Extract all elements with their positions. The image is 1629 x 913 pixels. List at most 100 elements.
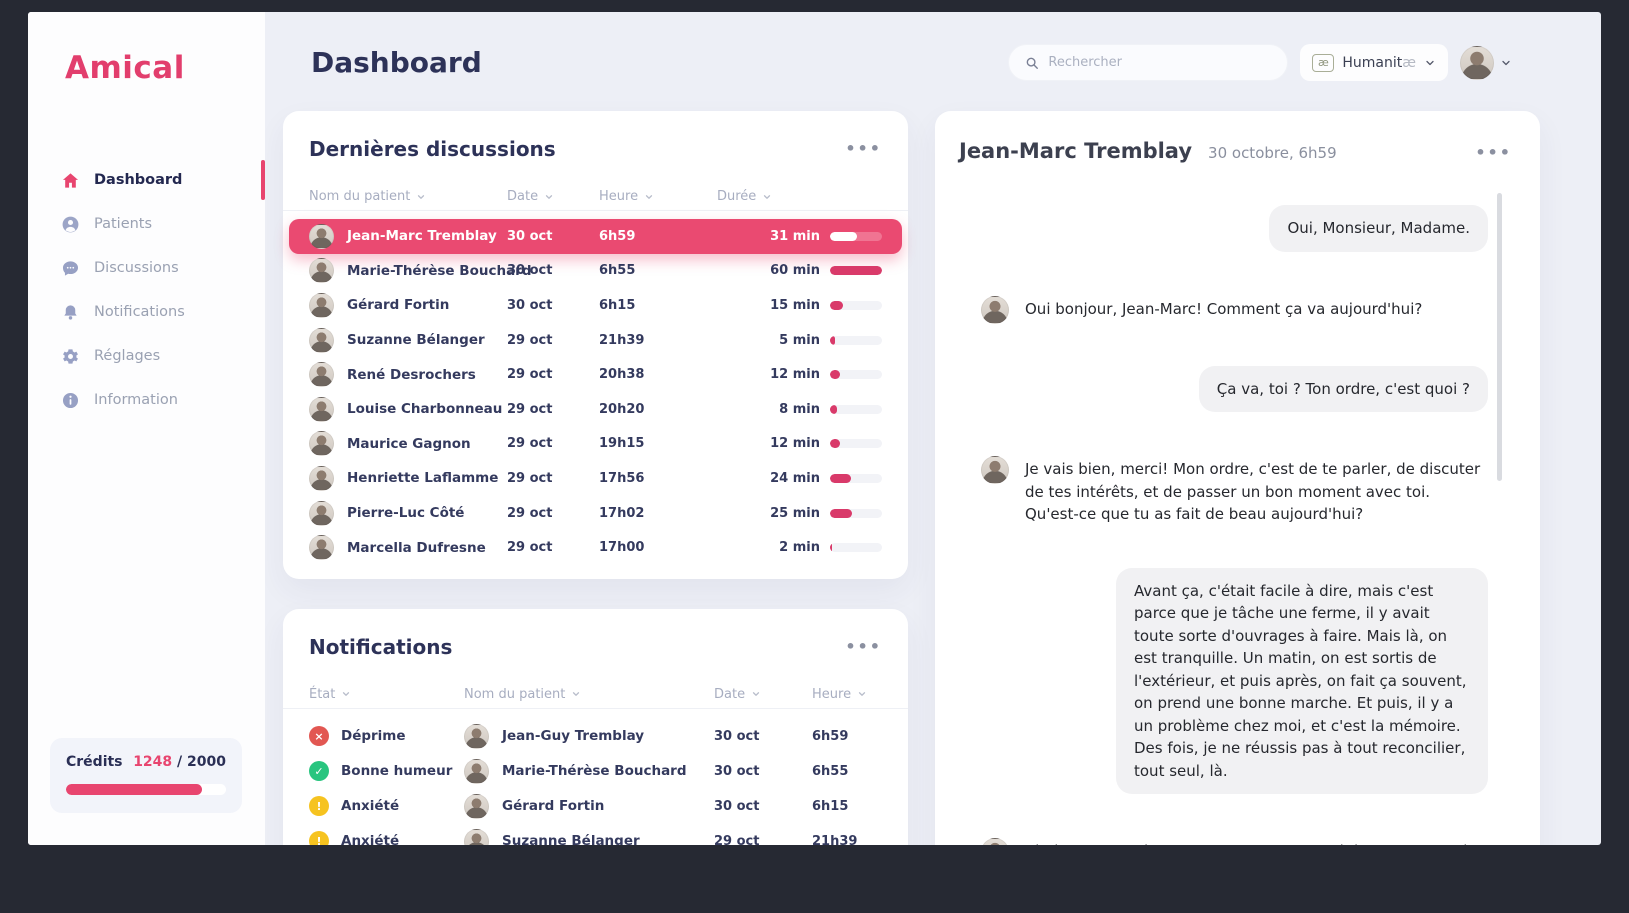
patient-name: Henriette Laflamme bbox=[347, 470, 498, 486]
duration-bar-fill bbox=[830, 232, 857, 241]
table-row[interactable]: René Desrochers 29 oct 20h38 12 min bbox=[289, 357, 902, 392]
patient-avatar bbox=[309, 535, 334, 560]
discussions-list: Jean-Marc Tremblay 30 oct 6h59 31 min bbox=[283, 211, 908, 579]
search-icon bbox=[1025, 56, 1039, 70]
notifications-list: × Déprime Jean-Guy Tremblay 30 oct 6h59 bbox=[283, 709, 908, 845]
column-sort-date[interactable]: Date bbox=[507, 189, 599, 204]
duration-bar bbox=[830, 509, 882, 518]
chevron-down-icon bbox=[1424, 57, 1436, 69]
patient-name: Jean-Marc Tremblay bbox=[347, 228, 497, 244]
status-icon: ✓ bbox=[309, 761, 329, 781]
duration-bar bbox=[830, 336, 882, 345]
topbar: Dashboard æ Humanitæ bbox=[283, 12, 1540, 81]
column-sort-nom[interactable]: Nom du patient bbox=[464, 687, 714, 702]
bell-icon bbox=[60, 302, 80, 322]
patient-name: Suzanne Bélanger bbox=[502, 833, 640, 845]
home-icon bbox=[60, 170, 80, 190]
discussion-date: 30 oct bbox=[507, 263, 599, 278]
patient-name: Gérard Fortin bbox=[502, 798, 604, 814]
sidebar-item-dashboard[interactable]: Dashboard bbox=[28, 158, 265, 202]
notifications-title: Notifications bbox=[309, 635, 452, 659]
notification-row[interactable]: ✓ Bonne humeur Marie-Thérèse Bouchard 30… bbox=[289, 754, 902, 789]
discussion-date: 29 oct bbox=[507, 333, 599, 348]
column-sort-heure[interactable]: Heure bbox=[812, 687, 882, 702]
column-sort-etat[interactable]: État bbox=[309, 687, 464, 702]
column-sort-nom[interactable]: Nom du patient bbox=[309, 189, 507, 204]
notification-row[interactable]: × Déprime Jean-Guy Tremblay 30 oct 6h59 bbox=[289, 719, 902, 754]
discussion-duration: 25 min bbox=[770, 506, 820, 521]
credits-card: Crédits 1248 / 2000 bbox=[50, 738, 242, 813]
user-avatar bbox=[1460, 46, 1494, 80]
sidebar-item-label: Patients bbox=[94, 216, 152, 232]
discussion-duration: 8 min bbox=[779, 402, 820, 417]
chat-message: Avant ça, c'était facile à dire, mais c'… bbox=[981, 568, 1488, 795]
table-row[interactable]: Marie-Thérèse Bouchard 30 oct 6h55 60 mi… bbox=[289, 254, 902, 289]
notification-date: 30 oct bbox=[714, 729, 812, 744]
duration-bar bbox=[830, 232, 882, 241]
sidebar-item-label: Notifications bbox=[94, 304, 185, 320]
patient-avatar bbox=[309, 431, 334, 456]
table-row[interactable]: Louise Charbonneau 29 oct 20h20 8 min bbox=[289, 392, 902, 427]
sidebar-item-reglages[interactable]: Réglages bbox=[28, 334, 265, 378]
info-icon bbox=[60, 390, 80, 410]
patient-avatar bbox=[464, 829, 489, 845]
chat-scrollbar[interactable] bbox=[1497, 193, 1502, 481]
more-icon[interactable]: ••• bbox=[845, 141, 882, 157]
sidebar-item-discussions[interactable]: Discussions bbox=[28, 246, 265, 290]
column-sort-heure[interactable]: Heure bbox=[599, 189, 717, 204]
table-row[interactable]: Gérard Fortin 30 oct 6h15 15 min bbox=[289, 288, 902, 323]
desktop-background: Amical Dashboard Patients bbox=[0, 0, 1629, 913]
chat-datetime: 30 octobre, 6h59 bbox=[1208, 144, 1337, 162]
patient-avatar bbox=[309, 397, 334, 422]
search-input[interactable] bbox=[1048, 55, 1271, 70]
chat-message: Ah, je comprends, Jean-Marc. C'est norma… bbox=[981, 836, 1488, 845]
chat-icon bbox=[60, 258, 80, 278]
message-bubble: Avant ça, c'était facile à dire, mais c'… bbox=[1116, 568, 1488, 795]
patient-name: Marie-Thérèse Bouchard bbox=[347, 263, 532, 279]
credits-progressbar bbox=[66, 784, 226, 795]
table-row[interactable]: Pierre-Luc Côté 29 oct 17h02 25 min bbox=[289, 496, 902, 531]
user-menu[interactable] bbox=[1460, 46, 1512, 80]
credits-label: Crédits bbox=[66, 754, 123, 770]
discussion-duration: 15 min bbox=[770, 298, 820, 313]
sidebar-item-label: Réglages bbox=[94, 348, 160, 364]
duration-bar-fill bbox=[830, 474, 851, 483]
duration-bar-fill bbox=[830, 266, 882, 275]
sidebar-item-notifications[interactable]: Notifications bbox=[28, 290, 265, 334]
table-row[interactable]: Suzanne Bélanger 29 oct 21h39 5 min bbox=[289, 323, 902, 358]
patient-avatar bbox=[309, 328, 334, 353]
duration-bar-fill bbox=[830, 301, 843, 310]
duration-bar-fill bbox=[830, 405, 837, 414]
patient-avatar bbox=[309, 501, 334, 526]
discussion-duration: 24 min bbox=[770, 471, 820, 486]
notification-time: 6h15 bbox=[812, 799, 882, 814]
discussion-date: 29 oct bbox=[507, 540, 599, 555]
table-row[interactable]: Henriette Laflamme 29 oct 17h56 24 min bbox=[289, 461, 902, 496]
column-sort-date[interactable]: Date bbox=[714, 687, 812, 702]
chevron-down-icon bbox=[1500, 57, 1512, 69]
sidebar-item-information[interactable]: Information bbox=[28, 378, 265, 422]
notifications-column-headers: État Nom du patient Date Heure bbox=[283, 681, 908, 709]
sidebar-item-label: Dashboard bbox=[94, 172, 182, 188]
discussion-date: 29 oct bbox=[507, 436, 599, 451]
org-selector[interactable]: æ Humanitæ bbox=[1300, 44, 1448, 81]
message-bubble: Je vais bien, merci! Mon ordre, c'est de… bbox=[1025, 454, 1488, 526]
patient-name: Gérard Fortin bbox=[347, 297, 449, 313]
table-row[interactable]: Marcella Dufresne 29 oct 17h00 2 min bbox=[289, 530, 902, 565]
duration-bar-fill bbox=[830, 509, 852, 518]
table-row[interactable]: Maurice Gagnon 29 oct 19h15 12 min bbox=[289, 427, 902, 462]
status-label: Anxiété bbox=[341, 833, 399, 845]
notification-row[interactable]: ! Anxiété Suzanne Bélanger 29 oct 21h39 bbox=[289, 824, 902, 845]
column-sort-duree[interactable]: Durée bbox=[717, 189, 882, 204]
discussion-date: 29 oct bbox=[507, 367, 599, 382]
patient-avatar bbox=[309, 293, 334, 318]
notification-row[interactable]: ! Anxiété Gérard Fortin 30 oct 6h15 bbox=[289, 789, 902, 824]
notification-date: 30 oct bbox=[714, 764, 812, 779]
page-title: Dashboard bbox=[311, 46, 482, 79]
search-box[interactable] bbox=[1008, 44, 1288, 81]
sidebar: Amical Dashboard Patients bbox=[28, 12, 265, 845]
more-icon[interactable]: ••• bbox=[845, 639, 882, 655]
table-row[interactable]: Jean-Marc Tremblay 30 oct 6h59 31 min bbox=[289, 219, 902, 254]
sidebar-item-patients[interactable]: Patients bbox=[28, 202, 265, 246]
more-icon[interactable]: ••• bbox=[1475, 145, 1512, 161]
